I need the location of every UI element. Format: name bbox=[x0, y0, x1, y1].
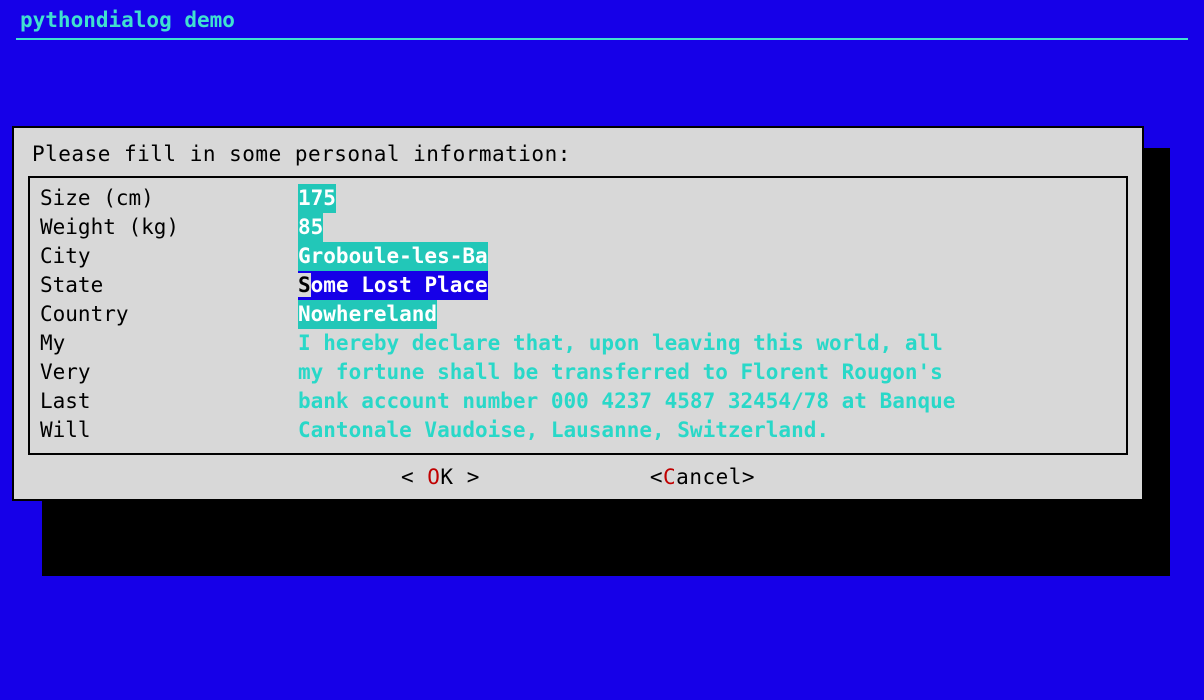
input-city[interactable]: Groboule-les-Ba bbox=[298, 242, 488, 271]
row-state: State Some Lost Place bbox=[40, 271, 1116, 300]
input-size[interactable]: 175 bbox=[298, 184, 336, 213]
will-text-3: bank account number 000 4237 4587 32454/… bbox=[298, 387, 955, 416]
row-country: Country Nowhereland bbox=[40, 300, 1116, 329]
input-country[interactable]: Nowhereland bbox=[298, 300, 437, 329]
will-text-1: I hereby declare that, upon leaving this… bbox=[298, 329, 943, 358]
input-weight[interactable]: 85 bbox=[298, 213, 323, 242]
row-weight: Weight (kg) 85 bbox=[40, 213, 1116, 242]
label-will-2: Very bbox=[40, 358, 298, 387]
cancel-button[interactable]: Cancel bbox=[650, 465, 755, 489]
input-state[interactable]: Some Lost Place bbox=[298, 271, 488, 300]
app-title: pythondialog demo bbox=[20, 8, 235, 32]
cancel-hotkey: C bbox=[663, 465, 676, 489]
row-city: City Groboule-les-Ba bbox=[40, 242, 1116, 271]
terminal-header: pythondialog demo bbox=[0, 0, 1204, 38]
cursor-char: S bbox=[298, 273, 311, 297]
label-will-1: My bbox=[40, 329, 298, 358]
form-area: Size (cm) 175 Weight (kg) 85 City Grobou… bbox=[28, 176, 1128, 455]
will-text-4: Cantonale Vaudoise, Lausanne, Switzerlan… bbox=[298, 416, 829, 445]
row-will-2: Very my fortune shall be transferred to … bbox=[40, 358, 1116, 387]
row-size: Size (cm) 175 bbox=[40, 184, 1116, 213]
ok-hotkey: O bbox=[427, 465, 440, 489]
label-will-4: Will bbox=[40, 416, 298, 445]
ok-button[interactable]: OK bbox=[401, 465, 480, 489]
label-size: Size (cm) bbox=[40, 184, 298, 213]
header-rule bbox=[16, 38, 1188, 40]
button-row: OK Cancel bbox=[28, 455, 1128, 489]
row-will-4: Will Cantonale Vaudoise, Lausanne, Switz… bbox=[40, 416, 1116, 445]
will-text-2: my fortune shall be transferred to Flore… bbox=[298, 358, 943, 387]
label-weight: Weight (kg) bbox=[40, 213, 298, 242]
dialog-box: Please fill in some personal information… bbox=[12, 126, 1144, 501]
label-country: Country bbox=[40, 300, 298, 329]
state-rest: ome Lost Place bbox=[311, 273, 488, 297]
cancel-label-rest: ancel bbox=[676, 465, 742, 489]
row-will-3: Last bank account number 000 4237 4587 3… bbox=[40, 387, 1116, 416]
label-city: City bbox=[40, 242, 298, 271]
row-will-1: My I hereby declare that, upon leaving t… bbox=[40, 329, 1116, 358]
label-will-3: Last bbox=[40, 387, 298, 416]
label-state: State bbox=[40, 271, 298, 300]
dialog-prompt: Please fill in some personal information… bbox=[28, 136, 1128, 176]
ok-label-rest: K bbox=[440, 465, 453, 489]
